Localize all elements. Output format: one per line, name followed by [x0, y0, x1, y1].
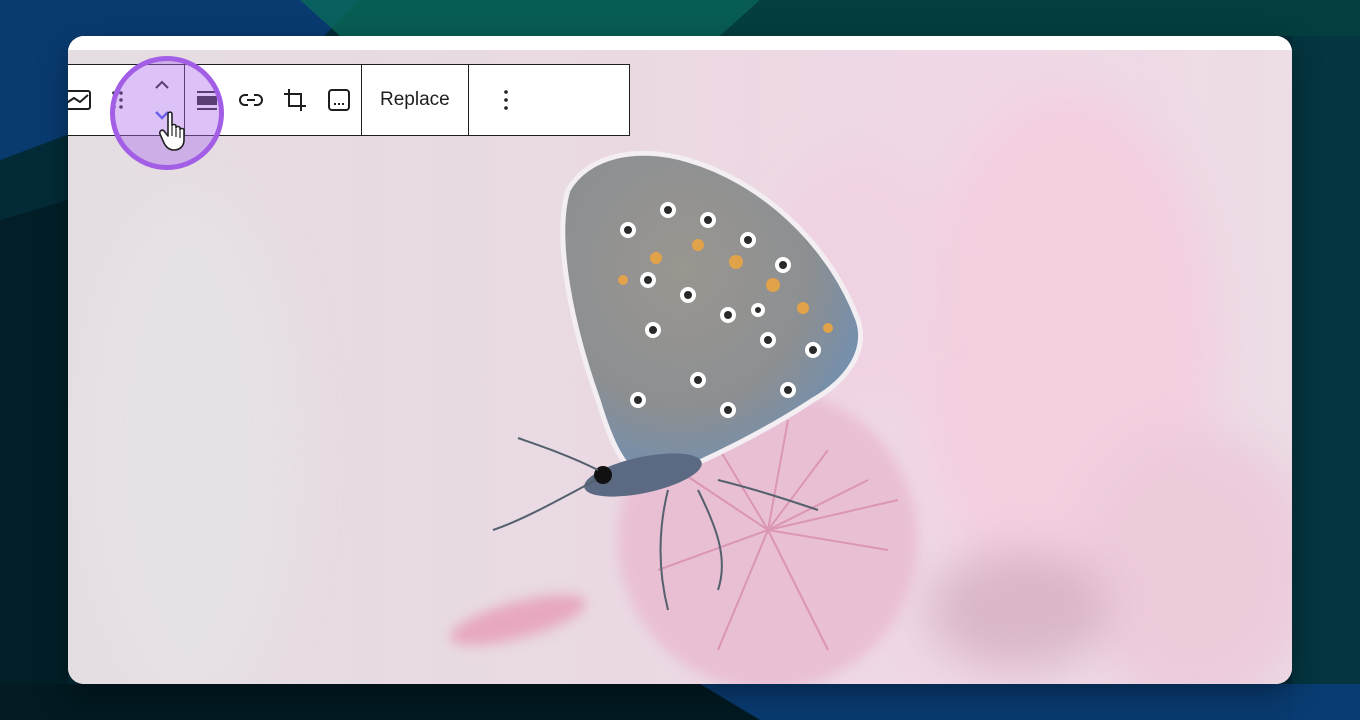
toolbar-group-options: [469, 65, 543, 135]
editor-top-strip: [68, 36, 1292, 51]
hand-pointer-icon: [158, 110, 192, 152]
image-icon: [68, 90, 91, 110]
link-icon: [239, 94, 263, 106]
editor-frame: Replace: [68, 36, 1292, 684]
toolbar-group-replace: Replace: [362, 65, 469, 135]
crop-icon: [284, 89, 306, 111]
replace-button[interactable]: Replace: [362, 65, 468, 135]
options-button[interactable]: [469, 65, 543, 135]
more-vertical-icon: [503, 90, 508, 110]
image-block[interactable]: [68, 50, 1292, 684]
block-type-button[interactable]: [68, 65, 96, 135]
caption-icon: [328, 89, 350, 111]
caption-button[interactable]: [317, 65, 361, 135]
link-button[interactable]: [229, 65, 273, 135]
crop-button[interactable]: [273, 65, 317, 135]
